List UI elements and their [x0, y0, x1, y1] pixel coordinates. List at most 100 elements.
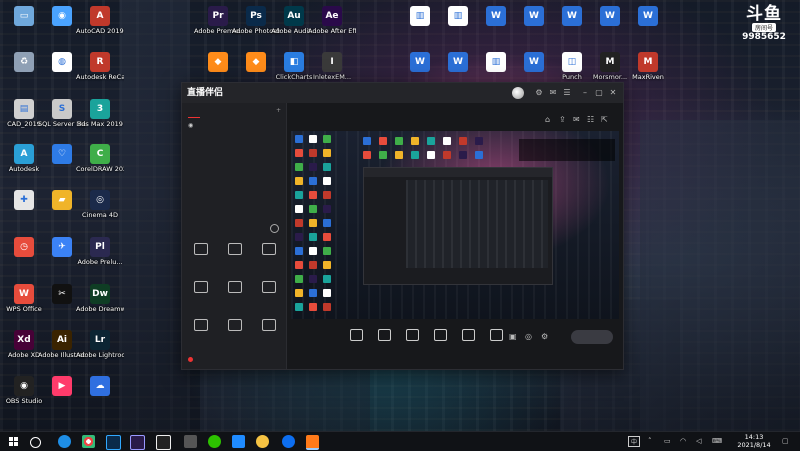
keyboard-icon[interactable]: ⌨	[712, 437, 722, 445]
app-icon: Pr	[208, 6, 228, 26]
gift-icon[interactable]: ✉	[573, 115, 580, 124]
app-titlebar[interactable]: 直播伴侣 ⚙ ✉ ☰ – ▢ ✕	[182, 83, 623, 103]
preview-mini-icon	[295, 233, 303, 241]
close-icon[interactable]: ✕	[608, 88, 618, 98]
app-icon: M	[638, 52, 658, 72]
add-scene-icon[interactable]: +	[276, 107, 281, 114]
desktop-icon[interactable]: C CorelDRAW 2020	[76, 144, 124, 174]
preview-mini-icon	[323, 275, 331, 283]
chrome-icon[interactable]	[82, 435, 95, 448]
desktop-icon[interactable]: ☁	[76, 376, 124, 398]
windows-start-icon[interactable]	[9, 437, 18, 446]
preview-mini-icon	[323, 163, 331, 171]
control-icon	[461, 329, 475, 341]
start-stream-button[interactable]	[571, 330, 613, 344]
streaming-app-taskbar-icon[interactable]	[306, 435, 319, 450]
tool-button[interactable]	[186, 281, 216, 295]
preview-mini-icon	[443, 137, 451, 145]
clock[interactable]: 14:13 2021/8/14	[736, 433, 772, 449]
control-button[interactable]	[481, 329, 511, 343]
control-button[interactable]	[425, 329, 455, 343]
tool-button[interactable]	[254, 281, 284, 295]
settings-icon[interactable]: ⚙	[541, 332, 548, 341]
tool-button[interactable]	[186, 319, 216, 333]
photoshop-icon[interactable]	[106, 435, 121, 450]
control-button[interactable]	[397, 329, 427, 343]
desktop-icon[interactable]: I InletexEM...	[308, 52, 356, 82]
control-button[interactable]	[453, 329, 483, 343]
bottom-tip[interactable]	[188, 357, 193, 363]
settings-icon[interactable]: ⚙	[534, 88, 544, 98]
app-icon: ✈	[52, 237, 72, 257]
scene-source-item[interactable]: ◉	[188, 122, 193, 129]
preview-mini-icon	[295, 289, 303, 297]
capcut-icon[interactable]	[156, 435, 171, 450]
preview-mini-icon	[427, 137, 435, 145]
control-button[interactable]	[341, 329, 371, 343]
preview-mini-icon	[443, 151, 451, 159]
app-icon: ▭	[14, 6, 34, 26]
desktop-icon[interactable]: ◎ Cinema 4D	[76, 190, 124, 220]
desktop-icon[interactable]: A AutoCAD 2019 -	[76, 6, 124, 36]
network-icon[interactable]: ◠	[680, 437, 686, 445]
preview-mini-icon	[295, 163, 303, 171]
tools-more-icon[interactable]	[270, 224, 279, 233]
app-icon: ▥	[410, 6, 430, 26]
clock-date: 2021/8/14	[737, 441, 771, 449]
app-icon[interactable]	[184, 435, 197, 448]
preview-mini-icon	[295, 261, 303, 269]
control-button[interactable]	[369, 329, 399, 343]
minimize-icon[interactable]: –	[580, 88, 590, 98]
chart-icon[interactable]: ☷	[587, 115, 594, 124]
ime-indicator[interactable]: 中	[628, 436, 641, 447]
expand-icon[interactable]: ⇱	[601, 115, 608, 124]
desktop-icon[interactable]: W	[624, 6, 672, 28]
desktop-icon[interactable]: Dw Adobe Dreamwe...	[76, 284, 124, 314]
chevron-up-icon[interactable]: ˄	[648, 437, 652, 445]
app-icon: ▥	[448, 6, 468, 26]
app-icon: ▰	[52, 190, 72, 210]
desktop-icon-label: InletexEM...	[312, 74, 352, 81]
wechat-icon[interactable]	[208, 435, 221, 448]
premiere-icon[interactable]	[130, 435, 145, 450]
desktop-icon[interactable]: R Autodesk ReCap	[76, 52, 124, 82]
eye-icon[interactable]: ◉	[188, 122, 193, 129]
file-icon[interactable]	[232, 435, 245, 448]
preview-mini-icon	[323, 289, 331, 297]
app-icon[interactable]	[256, 435, 269, 448]
stream-preview[interactable]	[291, 131, 619, 319]
mic-settings-icon[interactable]: ◎	[525, 332, 532, 341]
search-icon[interactable]	[30, 437, 41, 448]
desktop-icon[interactable]: M MaxRiven	[624, 52, 672, 82]
app-icon: A	[14, 144, 34, 164]
notification-icon[interactable]: ▢	[782, 437, 789, 445]
battery-icon[interactable]: ▭	[664, 437, 671, 445]
volume-icon[interactable]: ◁	[696, 437, 701, 445]
app-icon[interactable]	[282, 435, 295, 448]
tool-button[interactable]	[220, 281, 250, 295]
message-icon[interactable]: ✉	[548, 88, 558, 98]
menu-icon[interactable]: ☰	[562, 88, 572, 98]
app-icon: ☁	[90, 376, 110, 396]
desktop-icon[interactable]: Pl Adobe Prelu...	[76, 237, 124, 267]
preview-mini-icon	[475, 137, 483, 145]
avatar[interactable]	[512, 87, 524, 99]
desktop-icon[interactable]: Lr Adobe Lightroo...	[76, 330, 124, 360]
preview-mini-icon	[395, 151, 403, 159]
tool-button[interactable]	[254, 243, 284, 257]
tool-icon	[228, 243, 242, 255]
app-icon: ♻	[14, 52, 34, 72]
tool-button[interactable]	[220, 319, 250, 333]
left-panel: + ◉	[182, 103, 287, 369]
tool-button[interactable]	[186, 243, 216, 257]
preview-mini-icon	[323, 191, 331, 199]
edge-icon[interactable]	[58, 435, 71, 448]
tool-button[interactable]	[220, 243, 250, 257]
desktop-icon[interactable]: 3 3ds Max 2019	[76, 99, 124, 129]
maximize-icon[interactable]: ▢	[594, 88, 604, 98]
lock-icon[interactable]: ⌂	[545, 115, 550, 124]
camera-icon[interactable]: ▣	[509, 332, 517, 341]
tool-button[interactable]	[254, 319, 284, 333]
share-icon[interactable]: ⇪	[559, 115, 566, 124]
desktop-icon[interactable]: Ae Adobe After Effects CC	[308, 6, 356, 36]
